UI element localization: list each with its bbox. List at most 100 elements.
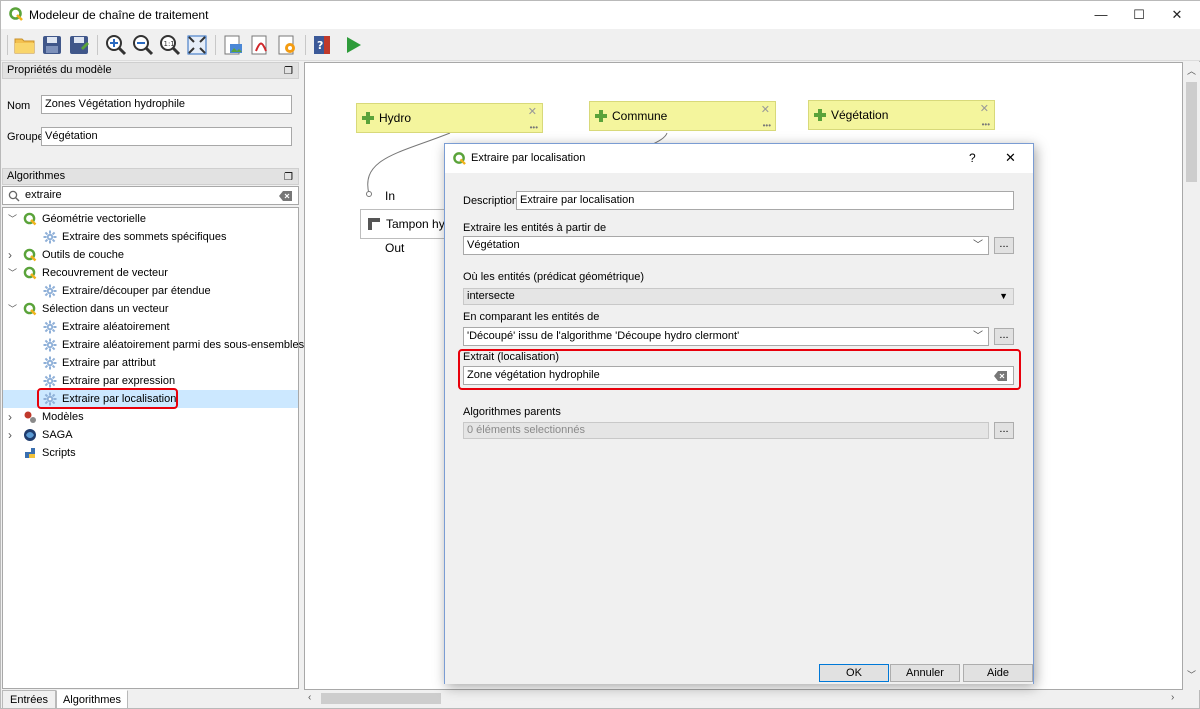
node-options-icon[interactable]: ••• xyxy=(982,120,990,129)
input-node-label: Végétation xyxy=(831,108,889,122)
output-label: Extrait (localisation) xyxy=(463,351,559,363)
description-input[interactable]: Extraire par localisation xyxy=(516,191,1014,210)
python-icon xyxy=(25,448,35,458)
tree-item-label: Extraire aléatoirement xyxy=(62,321,170,333)
description-label: Description xyxy=(463,195,519,207)
zoom-full-icon[interactable] xyxy=(185,33,209,57)
export-svg-icon[interactable] xyxy=(275,33,299,57)
model-properties-title: Propriétés du modèle xyxy=(7,64,112,76)
save-as-icon[interactable] xyxy=(67,33,91,57)
source-layer-label: Extraire les entités à partir de xyxy=(463,222,607,234)
scroll-right-icon[interactable]: › xyxy=(1171,692,1174,703)
clear-output-icon[interactable] xyxy=(994,371,1007,381)
tree-group[interactable]: ﹀ Recouvrement de vecteur xyxy=(3,264,298,282)
close-window-button[interactable]: ✕ xyxy=(1154,1,1200,29)
input-node-vegetation[interactable]: Végétation ✕ ••• xyxy=(808,100,995,130)
predicate-combo[interactable]: intersecte ▼ xyxy=(463,288,1014,305)
vertical-scrollbar[interactable]: ︿ ﹀ xyxy=(1183,62,1200,690)
horizontal-scroll-thumb[interactable] xyxy=(321,693,441,704)
algorithm-input-port: In xyxy=(385,189,396,203)
add-input-icon xyxy=(595,110,607,122)
gear-icon xyxy=(43,338,57,352)
tree-item-label: SAGA xyxy=(42,429,73,441)
chevron-right-icon[interactable]: › xyxy=(8,246,12,264)
tree-group[interactable]: › SAGA xyxy=(3,426,298,444)
toolbar: 1:1 ? xyxy=(1,29,1200,61)
svg-text:?: ? xyxy=(317,39,323,52)
scroll-left-icon[interactable]: ‹ xyxy=(308,692,311,703)
source-layer-browse-button[interactable]: ... xyxy=(994,237,1014,254)
chevron-right-icon[interactable]: › xyxy=(8,408,12,426)
tree-item[interactable]: Extraire des sommets spécifiques xyxy=(3,228,298,246)
node-options-icon[interactable]: ••• xyxy=(530,123,538,132)
tree-item[interactable]: Extraire aléatoirement xyxy=(3,318,298,336)
input-node-commune[interactable]: Commune ✕ ••• xyxy=(589,101,776,131)
run-icon[interactable] xyxy=(341,33,365,57)
help-button[interactable]: Aide xyxy=(963,664,1033,682)
tree-group[interactable]: ﹀ Sélection dans un vecteur xyxy=(3,300,298,318)
chevron-right-icon[interactable]: › xyxy=(8,426,12,444)
zoom-in-icon[interactable] xyxy=(104,33,128,57)
save-icon[interactable] xyxy=(40,33,64,57)
chevron-down-icon[interactable]: ﹀ xyxy=(8,210,17,228)
add-input-icon xyxy=(362,112,374,124)
group-input[interactable]: Végétation xyxy=(41,127,292,146)
clear-search-icon[interactable] xyxy=(279,191,292,201)
help-icon[interactable]: ? xyxy=(311,33,335,57)
qgis-icon xyxy=(23,212,37,226)
algorithm-search-input[interactable]: extraire xyxy=(2,186,299,205)
toolbar-handle xyxy=(7,35,8,55)
ok-button[interactable]: OK xyxy=(819,664,889,682)
saga-icon xyxy=(24,429,36,441)
selection-highlight xyxy=(37,388,178,409)
tab-algorithmes[interactable]: Algorithmes xyxy=(56,690,128,709)
tree-item[interactable]: Extraire/découper par étendue xyxy=(3,282,298,300)
model-properties-header: Propriétés du modèle ❐ xyxy=(2,62,299,79)
scroll-down-icon[interactable]: ﹀ xyxy=(1187,668,1196,681)
chevron-down-icon[interactable]: ﹀ xyxy=(8,264,17,282)
export-image-icon[interactable] xyxy=(221,33,245,57)
chevron-down-icon[interactable]: ﹀ xyxy=(8,300,17,318)
remove-node-icon[interactable]: ✕ xyxy=(980,102,989,115)
zoom-out-icon[interactable] xyxy=(131,33,155,57)
predicate-value: intersecte xyxy=(467,290,515,302)
vertical-scroll-thumb[interactable] xyxy=(1186,82,1197,182)
parents-browse-button[interactable]: ... xyxy=(994,422,1014,439)
dialog-close-button[interactable]: ✕ xyxy=(1005,150,1016,166)
tab-entrees[interactable]: Entrées xyxy=(2,690,56,709)
title-bar: Modeleur de chaîne de traitement — ☐ ✕ xyxy=(1,1,1200,29)
horizontal-scrollbar[interactable]: ‹ › xyxy=(304,690,1183,707)
float-panel-icon[interactable]: ❐ xyxy=(284,64,293,79)
input-node-hydro[interactable]: Hydro ✕ ••• xyxy=(356,103,543,133)
svg-text:1:1: 1:1 xyxy=(164,40,175,48)
tree-item[interactable]: Extraire aléatoirement parmi des sous-en… xyxy=(3,336,304,354)
tree-item[interactable]: Extraire par attribut xyxy=(3,354,298,372)
source-layer-combo[interactable]: Végétation ﹀ xyxy=(463,236,989,255)
dialog-title: Extraire par localisation xyxy=(471,152,586,164)
cancel-button[interactable]: Annuler xyxy=(890,664,960,682)
export-pdf-icon[interactable] xyxy=(248,33,272,57)
algorithms-header: Algorithmes ❐ xyxy=(2,168,299,185)
remove-node-icon[interactable]: ✕ xyxy=(528,105,537,118)
compare-layer-browse-button[interactable]: ... xyxy=(994,328,1014,345)
remove-node-icon[interactable]: ✕ xyxy=(761,103,770,116)
parents-label: Algorithmes parents xyxy=(463,406,561,418)
node-options-icon[interactable]: ••• xyxy=(763,121,771,130)
name-input[interactable]: Zones Végétation hydrophile xyxy=(41,95,292,114)
toolbar-separator xyxy=(215,35,216,55)
open-folder-icon[interactable] xyxy=(13,33,37,57)
tree-group[interactable]: › Modèles xyxy=(3,408,298,426)
tree-group[interactable]: › Outils de couche xyxy=(3,246,298,264)
output-input[interactable]: Zone végétation hydrophile xyxy=(463,366,1014,385)
tree-group[interactable]: Scripts xyxy=(3,444,298,462)
float-panel-icon[interactable]: ❐ xyxy=(284,170,293,185)
zoom-actual-icon[interactable]: 1:1 xyxy=(158,33,182,57)
toolbar-separator xyxy=(97,35,98,55)
algorithm-node-label: Tampon hy xyxy=(386,217,445,231)
compare-layer-combo[interactable]: 'Découpé' issu de l'algorithme 'Découpe … xyxy=(463,327,989,346)
dialog-help-button[interactable]: ? xyxy=(969,151,976,165)
scroll-up-icon[interactable]: ︿ xyxy=(1187,64,1196,77)
tree-item[interactable]: Extraire par localisation xyxy=(3,388,298,409)
tree-item-label: Modèles xyxy=(42,411,84,423)
tree-group[interactable]: ﹀ Géométrie vectorielle xyxy=(3,210,298,228)
